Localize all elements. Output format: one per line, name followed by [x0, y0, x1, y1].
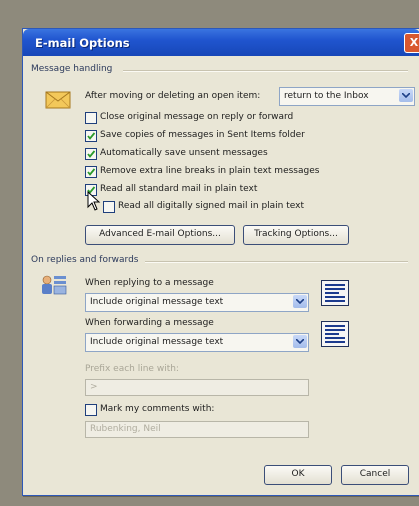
cancel-button[interactable]: Cancel: [341, 465, 409, 485]
chevron-down-icon[interactable]: [293, 335, 307, 348]
save-copies-checkbox[interactable]: [85, 130, 97, 142]
group-divider: [145, 261, 408, 263]
replies-group-label: On replies and forwards: [31, 255, 139, 265]
reply-forward-icon: [42, 275, 67, 295]
forward-label: When forwarding a message: [85, 318, 214, 328]
prefix-input-value: >: [90, 382, 98, 392]
close-button[interactable]: X: [404, 33, 419, 53]
message-layout-icon: [321, 321, 349, 347]
reply-select[interactable]: Include original message text: [85, 293, 309, 312]
window-title: E-mail Options: [35, 36, 130, 50]
auto-save-checkbox[interactable]: [85, 148, 97, 160]
reply-label: When replying to a message: [85, 278, 214, 288]
tracking-options-button[interactable]: Tracking Options...: [243, 225, 349, 245]
envelope-icon: [45, 91, 71, 109]
mark-comments-label: Mark my comments with:: [100, 404, 215, 414]
signed-plain-text-label: Read all digitally signed mail in plain …: [118, 201, 304, 211]
save-copies-label: Save copies of messages in Sent Items fo…: [100, 130, 305, 140]
signed-plain-text-checkbox[interactable]: [103, 201, 115, 213]
mark-comments-input[interactable]: Rubenking, Neil: [85, 421, 309, 438]
mark-comments-input-value: Rubenking, Neil: [90, 424, 161, 434]
plain-text-label: Read all standard mail in plain text: [100, 184, 258, 194]
after-move-select[interactable]: return to the Inbox: [279, 87, 415, 106]
chevron-down-icon[interactable]: [399, 89, 413, 102]
forward-select-value: Include original message text: [90, 337, 224, 347]
auto-save-label: Automatically save unsent messages: [100, 148, 268, 158]
ok-button[interactable]: OK: [264, 465, 332, 485]
remove-line-breaks-checkbox[interactable]: [85, 166, 97, 178]
chevron-down-icon[interactable]: [293, 295, 307, 308]
title-bar[interactable]: E-mail Options X: [23, 29, 419, 56]
after-move-label: After moving or deleting an open item:: [85, 91, 261, 101]
reply-select-value: Include original message text: [90, 297, 224, 307]
advanced-email-options-button[interactable]: Advanced E-mail Options...: [85, 225, 235, 245]
mark-comments-checkbox[interactable]: [85, 404, 97, 416]
close-original-label: Close original message on reply or forwa…: [100, 112, 294, 122]
message-handling-group-label: Message handling: [31, 64, 113, 74]
forward-select[interactable]: Include original message text: [85, 333, 309, 352]
remove-line-breaks-label: Remove extra line breaks in plain text m…: [100, 166, 320, 176]
close-original-checkbox[interactable]: [85, 112, 97, 124]
message-layout-icon: [321, 280, 349, 306]
mouse-pointer-icon: [87, 191, 101, 211]
group-divider: [123, 70, 408, 72]
after-move-select-value: return to the Inbox: [284, 91, 369, 101]
prefix-input[interactable]: >: [85, 379, 309, 396]
prefix-label: Prefix each line with:: [85, 364, 179, 374]
email-options-dialog: E-mail Options X Message handling After …: [22, 28, 419, 496]
